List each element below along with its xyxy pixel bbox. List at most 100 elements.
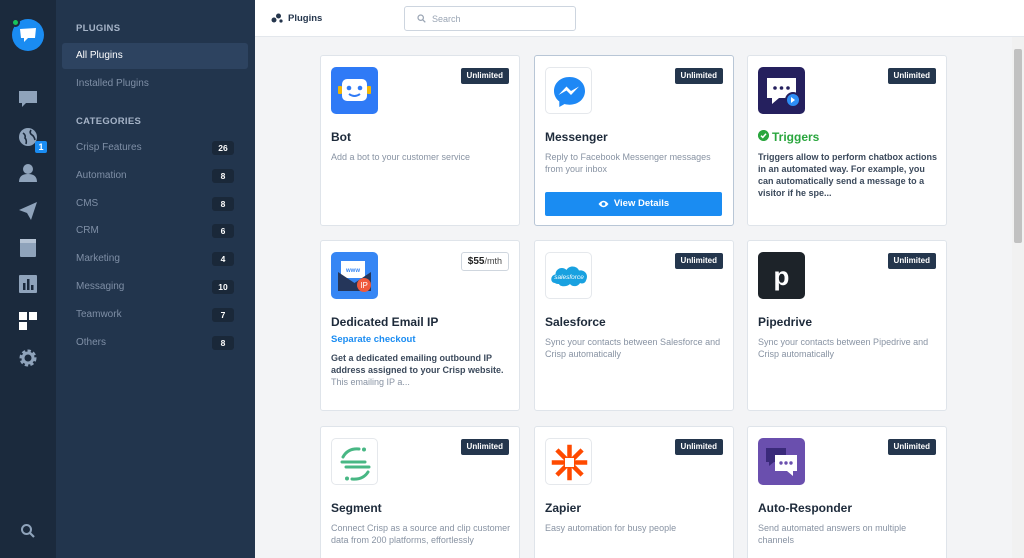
segment-icon <box>331 438 378 485</box>
plugin-description: Easy automation for busy people <box>545 523 677 533</box>
category-count: 10 <box>212 280 234 294</box>
category-count: 6 <box>212 224 234 238</box>
plugin-description: Send automated answers on multiple chann… <box>758 523 907 545</box>
helpdesk-book-icon[interactable] <box>17 237 39 259</box>
plugin-title: Salesforce <box>545 315 606 329</box>
plugin-card-auto-responder[interactable]: Unlimited Auto-Responder Send automated … <box>747 426 947 558</box>
price-badge: $55/mth <box>460 252 509 271</box>
search-input[interactable] <box>432 12 567 26</box>
plugin-card-triggers[interactable]: Unlimited Triggers Triggers allow to per… <box>747 55 947 226</box>
category-count: 8 <box>212 336 234 350</box>
svg-text:salesforce: salesforce <box>554 274 584 281</box>
bot-icon <box>331 67 378 114</box>
svg-text:www: www <box>345 268 360 274</box>
crisp-logo[interactable] <box>11 18 44 51</box>
plan-badge: Unlimited <box>674 68 723 84</box>
campaigns-send-icon[interactable] <box>17 200 39 222</box>
price-amount: $55 <box>467 256 485 267</box>
category-marketing[interactable]: Marketing 4 <box>62 246 248 272</box>
plugin-card-pipedrive[interactable]: p Unlimited Pipedrive Sync your contacts… <box>747 240 947 411</box>
plugin-title: Pipedrive <box>758 315 813 329</box>
eye-icon <box>598 200 609 208</box>
price-unit: /mth <box>484 256 502 266</box>
plugin-description: Add a bot to your customer service <box>331 152 471 162</box>
sidebar-item-installed-plugins[interactable]: Installed Plugins <box>62 71 248 97</box>
plugin-title: Dedicated Email IP <box>331 315 439 329</box>
plugin-title: Bot <box>331 130 351 144</box>
category-label: Messaging <box>76 281 125 292</box>
search-icon <box>417 14 426 23</box>
inbox-chat-icon[interactable] <box>17 88 39 110</box>
plugin-card-dedicated-email-ip[interactable]: www IP $55/mth Dedicated Email IP Separat… <box>320 240 520 411</box>
plugins-heading: PLUGINS <box>76 23 121 34</box>
online-status-dot <box>11 18 20 27</box>
category-count: 8 <box>212 197 234 211</box>
plugin-title: Segment <box>331 501 382 515</box>
separate-checkout-label: Separate checkout <box>331 334 416 345</box>
pipedrive-icon: p <box>758 252 805 299</box>
category-count: 8 <box>212 169 234 183</box>
category-count: 26 <box>212 141 234 155</box>
plugin-title: Auto-Responder <box>758 501 852 515</box>
salesforce-icon: salesforce <box>545 252 592 299</box>
content-scrollbar[interactable] <box>1012 37 1024 558</box>
search-box[interactable] <box>404 6 576 31</box>
plugins-sidebar: PLUGINS All Plugins Installed Plugins CA… <box>56 0 255 558</box>
scrollbar-thumb[interactable] <box>1014 49 1022 243</box>
category-label: CRM <box>76 225 99 236</box>
plugin-title: Messenger <box>545 130 608 144</box>
view-details-button[interactable]: View Details <box>545 192 722 216</box>
category-others[interactable]: Others 8 <box>62 330 248 356</box>
plugin-description: Connect Crisp as a source and clip custo… <box>331 523 511 545</box>
plugins-breadcrumb-icon <box>271 13 283 23</box>
plugins-grid: Unlimited Bot Add a bot to your customer… <box>255 37 1012 558</box>
view-details-label: View Details <box>613 198 670 209</box>
zapier-icon <box>545 438 592 485</box>
contacts-icon[interactable] <box>17 162 39 184</box>
plan-badge: Unlimited <box>674 439 723 455</box>
icon-rail: 1 <box>0 0 56 558</box>
plan-badge: Unlimited <box>887 253 936 269</box>
sidebar-item-all-plugins[interactable]: All Plugins <box>62 43 248 69</box>
category-label: Teamwork <box>76 309 122 320</box>
plugin-card-messenger[interactable]: Unlimited Messenger Reply to Facebook Me… <box>534 55 734 226</box>
plugin-card-bot[interactable]: Unlimited Bot Add a bot to your customer… <box>320 55 520 226</box>
search-icon[interactable] <box>20 523 36 539</box>
category-label: Automation <box>76 170 127 181</box>
messenger-icon <box>545 67 592 114</box>
categories-heading: CATEGORIES <box>76 116 142 127</box>
svg-text:p: p <box>774 261 790 291</box>
plugin-card-salesforce[interactable]: salesforce Unlimited Salesforce Sync you… <box>534 240 734 411</box>
category-label: Crisp Features <box>76 142 142 153</box>
notification-badge: 1 <box>35 141 47 153</box>
category-label: Marketing <box>76 253 120 264</box>
category-automation[interactable]: Automation 8 <box>62 163 248 189</box>
sidebar-item-label: Installed Plugins <box>76 78 149 89</box>
description-bold: Get a dedicated emailing outbound IP add… <box>331 353 504 375</box>
category-teamwork[interactable]: Teamwork 7 <box>62 302 248 328</box>
installed-check-icon <box>758 130 769 141</box>
plan-badge: Unlimited <box>460 68 509 84</box>
plugin-title: Triggers <box>772 130 820 144</box>
category-messaging[interactable]: Messaging 10 <box>62 274 248 300</box>
category-cms[interactable]: CMS 8 <box>62 191 248 217</box>
plugin-card-segment[interactable]: Unlimited Segment Connect Crisp as a sou… <box>320 426 520 558</box>
plugins-grid-icon[interactable] <box>17 310 39 332</box>
plugin-description: Triggers allow to perform chatbox action… <box>758 152 938 198</box>
category-crm[interactable]: CRM 6 <box>62 218 248 244</box>
plugin-description: Sync your contacts between Salesforce an… <box>545 337 721 359</box>
plugin-description: Sync your contacts between Pipedrive and… <box>758 337 929 359</box>
plugin-card-zapier[interactable]: Unlimited Zapier Easy automation for bus… <box>534 426 734 558</box>
plugin-description: Reply to Facebook Messenger messages fro… <box>545 152 711 174</box>
settings-gear-icon[interactable] <box>17 347 39 369</box>
category-crisp-features[interactable]: Crisp Features 26 <box>62 135 248 161</box>
plugin-description: Get a dedicated emailing outbound IP add… <box>331 352 513 388</box>
analytics-icon[interactable] <box>17 273 39 295</box>
triggers-icon <box>758 67 805 114</box>
category-label: Others <box>76 337 107 348</box>
plan-badge: Unlimited <box>460 439 509 455</box>
plan-badge: Unlimited <box>887 68 936 84</box>
plugin-title: Zapier <box>545 501 582 515</box>
email-ip-icon: www IP <box>331 252 378 299</box>
top-bar: Plugins <box>255 0 1024 37</box>
